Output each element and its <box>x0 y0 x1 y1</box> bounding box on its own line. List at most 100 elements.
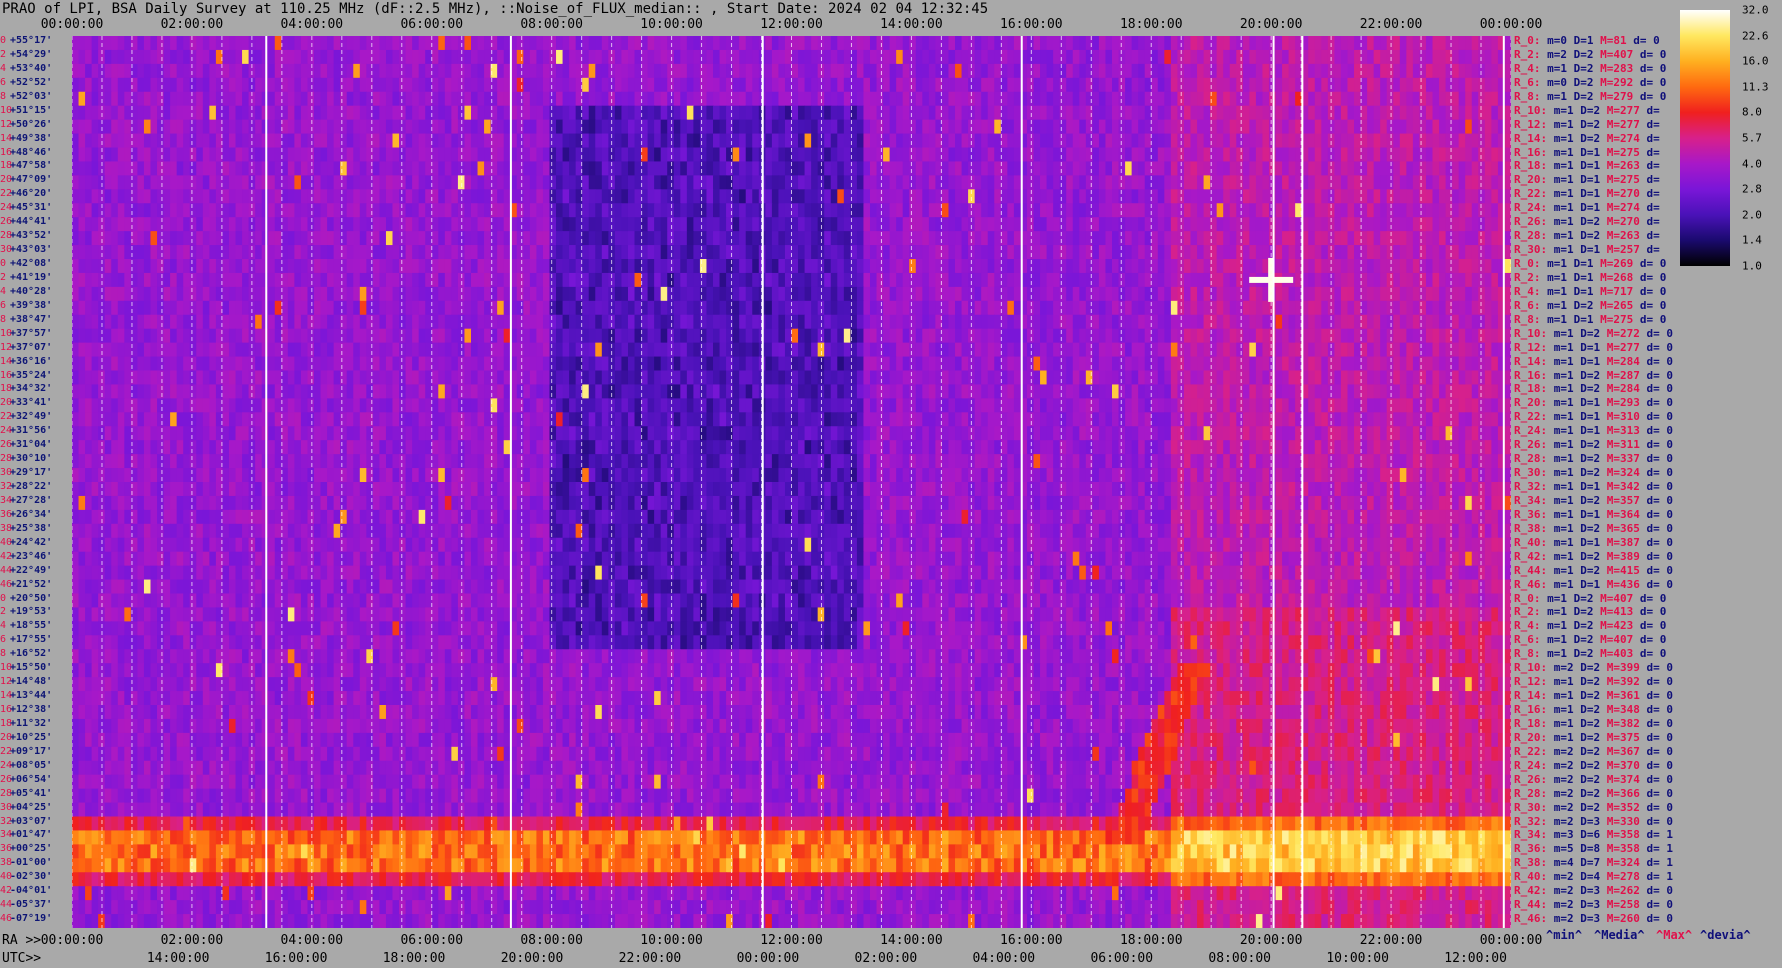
stat-field: m=0 <box>1547 34 1574 47</box>
x-ra-tick-label: 22:00:00 <box>1359 933 1423 948</box>
stat-field: m=2 <box>1553 744 1581 758</box>
row-stat: R_2: m=1 D=2 M=413 d= 0 <box>1514 606 1666 618</box>
declination-row-label: 18+11°32' <box>0 718 52 730</box>
x-ra-tick-label: 02:00:00 <box>160 933 224 948</box>
beam-index: 46 <box>0 578 13 590</box>
declination-row-label: 12+50°26' <box>0 119 52 131</box>
x-ra-tick-label: 08:00:00 <box>520 933 583 948</box>
declination-row-label: 46-07°19' <box>0 913 52 925</box>
stat-field: D=1 <box>1580 159 1607 173</box>
stat-field: m=1 <box>1553 173 1581 187</box>
declination-value: -01°00' <box>10 857 53 869</box>
declination-row-label: 32+28°22' <box>0 481 52 493</box>
stat-field: M=423 <box>1600 619 1640 633</box>
stat-field: m=2 <box>1553 898 1581 912</box>
stat-field: D=1 <box>1580 340 1607 354</box>
stat-field: M=277 <box>1606 117 1647 131</box>
declination-value: +05°41' <box>10 787 53 799</box>
beam-index: 18 <box>0 717 13 729</box>
stat-field: d= <box>1646 103 1660 117</box>
stat-field: m=1 <box>1553 382 1581 396</box>
stat-field: d= 0 <box>1639 619 1667 633</box>
beam-index: 46 <box>0 913 13 925</box>
row-stat: R_4: m=1 D=2 M=423 d= 0 <box>1514 620 1666 632</box>
stat-field: D=1 <box>1573 34 1601 47</box>
declination-value: +14°48' <box>10 676 53 688</box>
stat-field: m=1 <box>1553 215 1581 229</box>
beam-index: 26 <box>0 216 13 228</box>
beam-index: 40 <box>0 871 13 883</box>
stat-field: m=4 <box>1553 856 1581 870</box>
stat-field: R_8: <box>1514 647 1548 661</box>
declination-value: +54°29' <box>10 48 53 60</box>
stat-field: d= 0 <box>1639 647 1667 661</box>
stat-field: M=324 <box>1606 466 1647 480</box>
stat-field: D=2 <box>1580 730 1607 744</box>
declination-value: +24°42' <box>10 536 53 548</box>
declination-row-label: 46+21°52' <box>0 579 52 591</box>
stat-field: m=1 <box>1553 549 1581 563</box>
declination-value: +17°55' <box>10 634 53 646</box>
stat-field: d= 1 <box>1646 842 1674 856</box>
beam-index: 36 <box>0 843 13 855</box>
x-top-tick-label: 18:00:00 <box>1119 17 1183 32</box>
declination-value: +40°28' <box>10 285 53 297</box>
declination-row-label: 34+01°47' <box>0 829 52 841</box>
stat-field: D=1 <box>1580 354 1607 368</box>
stat-field: m=2 <box>1553 800 1581 814</box>
beam-index: 30 <box>0 244 13 256</box>
row-stat: R_30: m=1 D=1 M=257 d= <box>1514 244 1660 256</box>
colorbar-tick-label: 4.0 <box>1742 157 1762 171</box>
stat-field: m=2 <box>1553 870 1581 884</box>
stat-field: M=403 <box>1600 647 1640 661</box>
stat-field: d= 0 <box>1639 270 1667 284</box>
declination-value: +37°07' <box>10 341 53 353</box>
colorbar-tick-label: 2.0 <box>1742 208 1762 222</box>
stat-field: m=1 <box>1553 493 1581 507</box>
declination-row-label: 0 +42°08' <box>0 258 52 270</box>
stat-field: D=2 <box>1573 61 1601 75</box>
row-stat: R_8: m=1 D=1 M=275 d= 0 <box>1514 312 1666 326</box>
stat-field: M=284 <box>1606 382 1647 396</box>
row-stat: R_26: m=1 D=2 M=311 d= 0 <box>1514 439 1673 451</box>
declination-row-label: 24+45°31' <box>0 202 52 214</box>
row-stat: R_42: m=2 D=3 M=262 d= 0 <box>1514 885 1673 897</box>
colorbar-tick-label: 1.4 <box>1742 233 1762 247</box>
declination-value: +25°38' <box>10 522 53 534</box>
stat-field: R_4: <box>1514 284 1548 298</box>
row-stat: R_38: m=1 D=2 M=365 d= 0 <box>1514 522 1673 535</box>
stat-field: d= 0 <box>1646 326 1674 340</box>
x-utc-tick-label: 10:00:00 <box>1326 951 1389 966</box>
row-stat: R_14: m=1 D=2 M=361 d= 0 <box>1514 690 1673 702</box>
stat-field: R_22: <box>1514 744 1554 758</box>
stat-field: m=1 <box>1547 312 1574 326</box>
stat-field: M=275 <box>1606 173 1647 187</box>
row-stat: R_0: m=1 D=2 M=407 d= 0 <box>1514 592 1666 605</box>
stat-field: m=1 <box>1547 257 1574 270</box>
stat-field: m=1 <box>1547 633 1574 647</box>
stat-field: R_44: <box>1514 898 1554 912</box>
declination-row-label: 20+33°41' <box>0 397 52 409</box>
beam-index: 30 <box>0 801 13 813</box>
stat-field: D=2 <box>1580 229 1607 243</box>
row-stat: R_24: m=1 D=1 M=274 d= <box>1514 202 1660 214</box>
beam-index: 16 <box>0 146 13 158</box>
row-stat: R_6: m=1 D=2 M=265 d= 0 <box>1514 299 1666 312</box>
beam-index: 38 <box>0 857 13 869</box>
x-top-tick-label: 04:00:00 <box>280 17 344 32</box>
stat-field: M=399 <box>1606 661 1647 675</box>
declination-row-label: 12+37°07' <box>0 342 52 354</box>
beam-index: 16 <box>0 369 13 381</box>
beam-index: 22 <box>0 188 13 200</box>
declination-value: +34°32' <box>10 383 53 395</box>
declination-row-label: 38+25°38' <box>0 523 52 535</box>
stat-field: M=415 <box>1606 563 1647 577</box>
declination-row-label: 18+34°32' <box>0 383 52 395</box>
stat-field: M=81 <box>1600 34 1634 47</box>
declination-row-label: 4 +40°28' <box>0 286 52 298</box>
stat-field: d= 0 <box>1646 703 1674 716</box>
stat-field: d= <box>1646 117 1660 131</box>
stat-field: M=274 <box>1606 131 1647 145</box>
declination-row-label: 26+31°04' <box>0 439 52 451</box>
stat-field: R_0: <box>1514 257 1548 270</box>
